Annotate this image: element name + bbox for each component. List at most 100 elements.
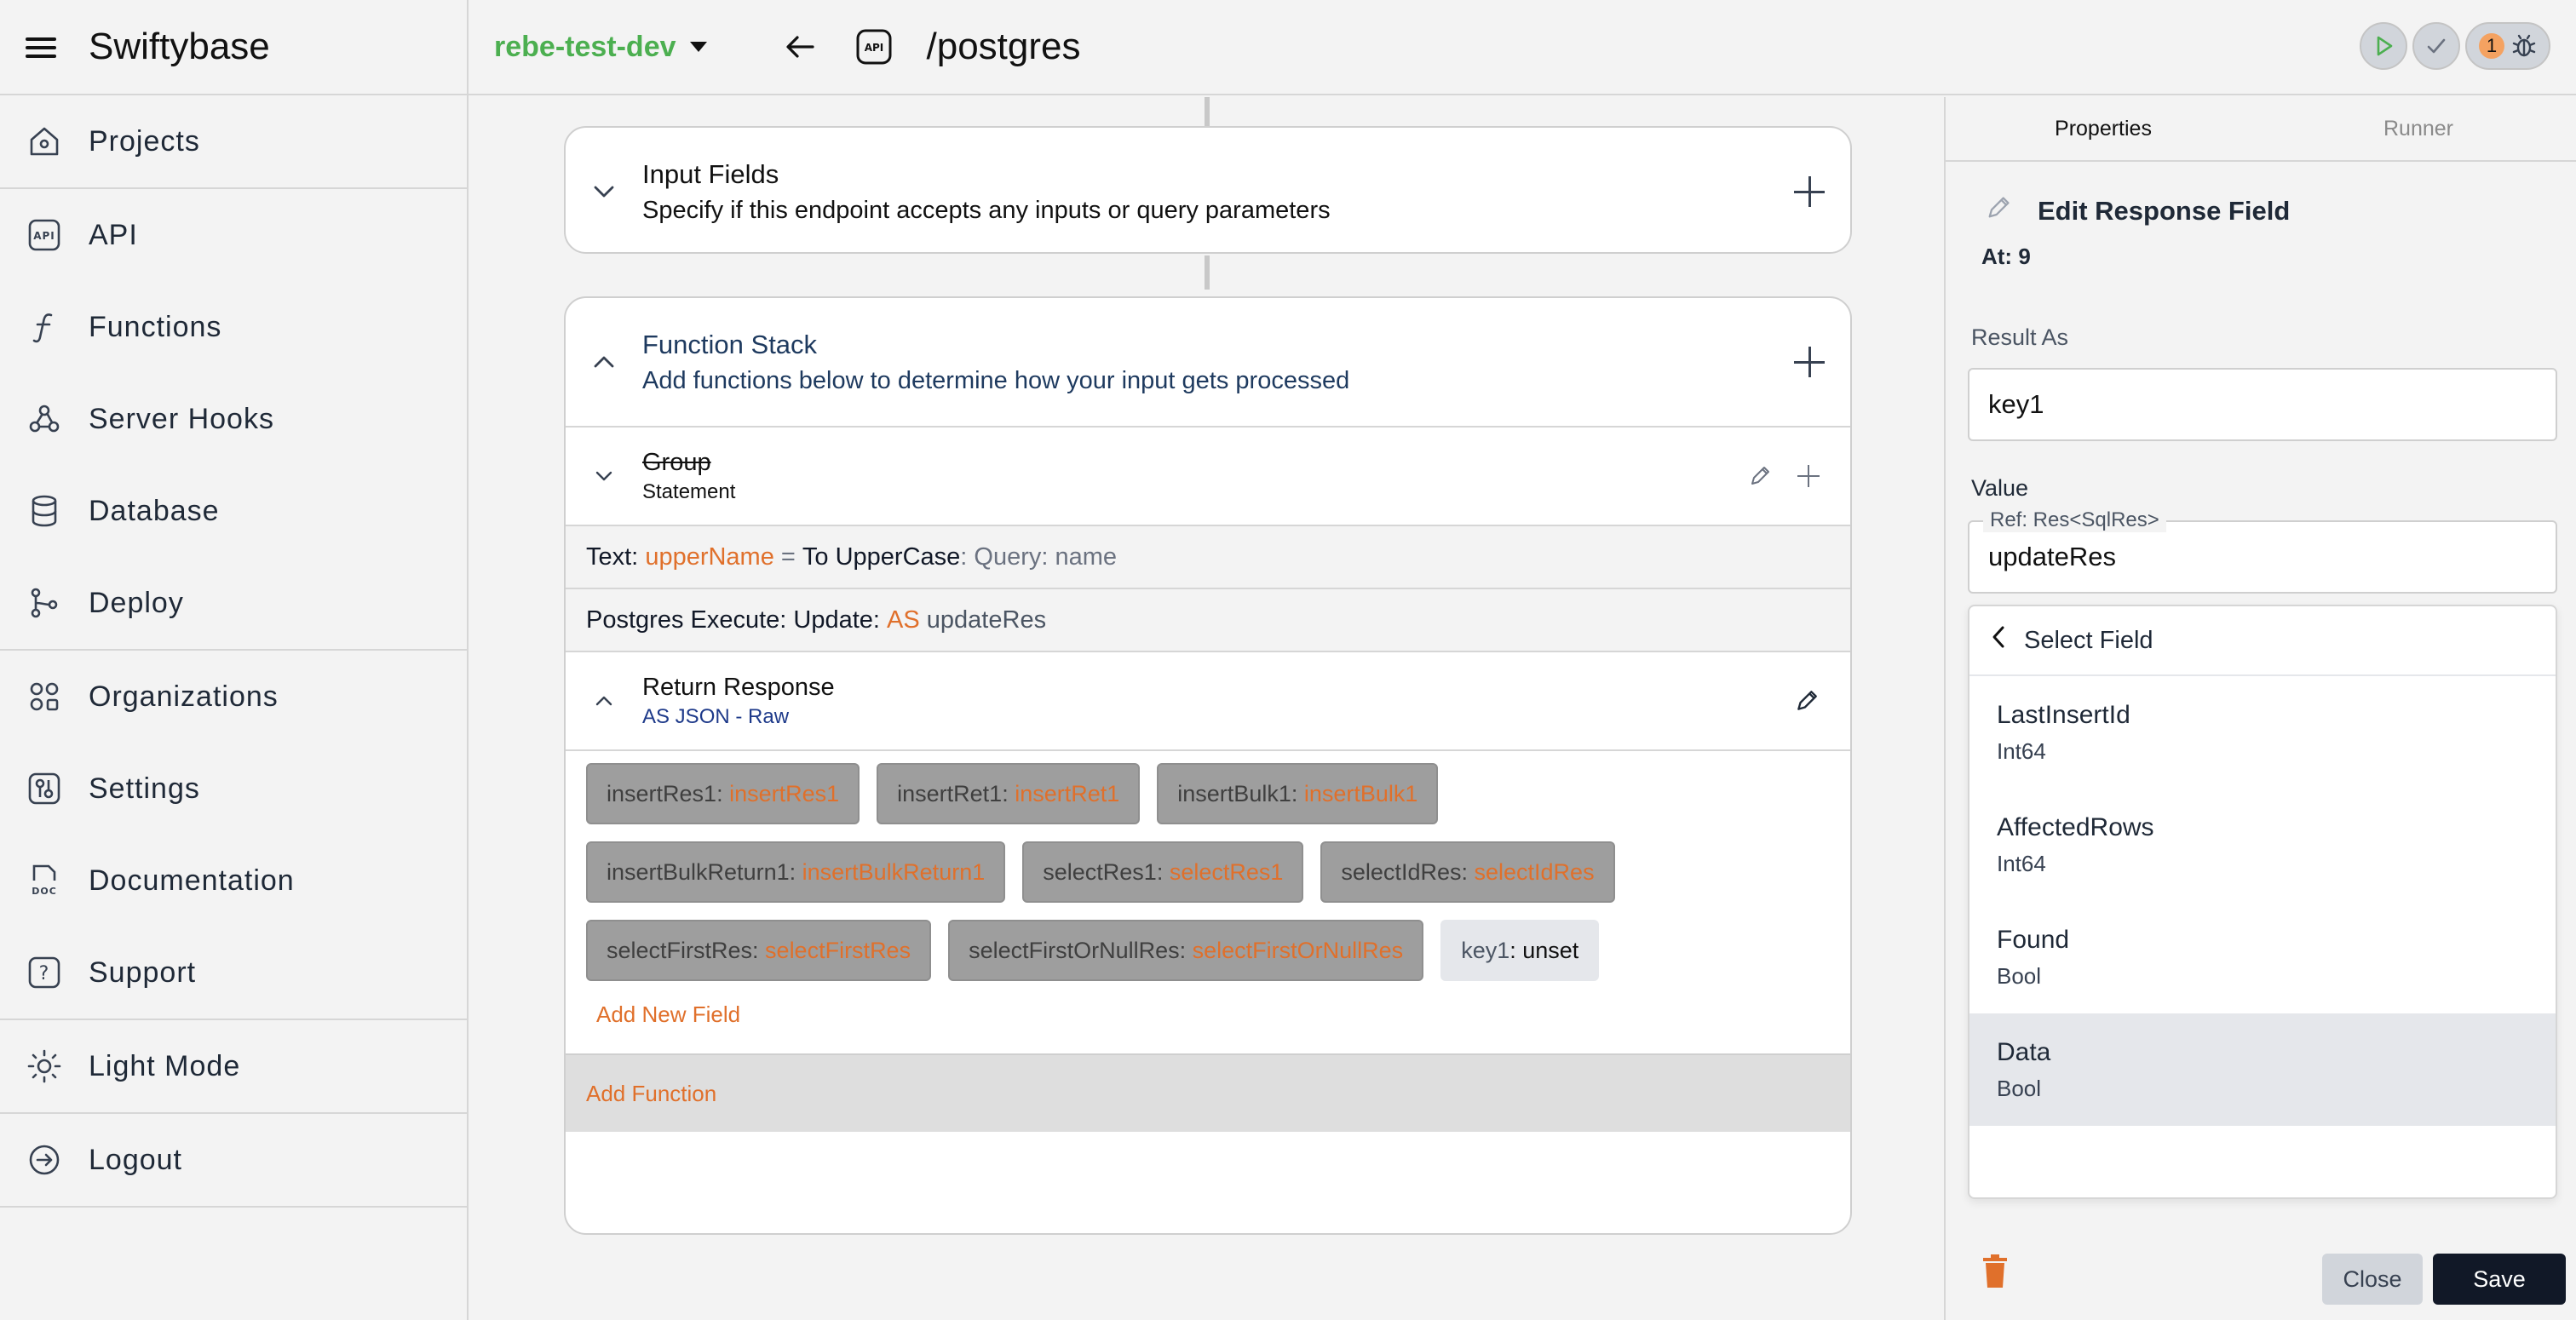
connector-line [1205,97,1210,126]
sidebar-item-logout[interactable]: Logout [0,1114,467,1206]
response-field-chip[interactable]: insertRet1: insertRet1 [877,763,1141,824]
run-button[interactable] [2360,22,2407,70]
as-keyword: AS [887,605,920,634]
chevron-down-icon[interactable] [591,185,617,198]
svg-text:?: ? [39,963,50,984]
function-icon [26,308,63,346]
api-badge-icon: API [855,28,893,66]
top-bar: rebe-test-dev API /postgres 1 [469,0,2576,95]
sidebar-item-functions[interactable]: Functions [0,281,467,373]
save-button[interactable]: Save [2433,1254,2566,1305]
close-button[interactable]: Close [2322,1254,2423,1305]
check-button[interactable] [2412,22,2460,70]
project-selector[interactable]: rebe-test-dev [494,31,707,64]
card-subtitle: Add functions below to determine how you… [642,366,1350,394]
option-type: Int64 [1997,737,2046,764]
response-field-chip[interactable]: selectFirstOrNullRes: selectFirstOrNullR… [948,920,1424,981]
tab-runner[interactable]: Runner [2261,97,2576,160]
sidebar-item-label: Logout [89,1143,182,1176]
sidebar-item-api[interactable]: API API [0,189,467,281]
group-statement-row[interactable]: Group Statement [566,426,1850,525]
notification-count-badge: 1 [2479,33,2504,59]
project-name: rebe-test-dev [494,30,676,63]
hamburger-menu-icon[interactable] [26,34,60,60]
response-field-chip[interactable]: insertBulk1: insertBulk1 [1157,763,1439,824]
colon: : [960,542,968,571]
select-field-back[interactable]: Select Field [1969,606,2556,676]
webhook-icon [26,400,63,438]
postgres-execute-row[interactable]: Postgres Execute: Update: AS updateRes [566,588,1850,651]
sidebar-item-label: Deploy [89,586,184,619]
sidebar-item-label: Functions [89,310,222,343]
sidebar-item-settings[interactable]: Settings [0,743,467,835]
chevron-down-icon[interactable] [591,471,617,481]
panel-title-text: Edit Response Field [2038,196,2291,226]
dropdown-option[interactable]: Found Bool [1969,901,2556,1013]
connector-line [1205,255,1210,290]
svg-text:API: API [864,42,883,54]
panel-footer: Close Save [1946,1243,2576,1320]
git-branch-icon [26,584,63,622]
sidebar-item-label: Organizations [89,680,279,713]
response-field-chip[interactable]: selectFirstRes: selectFirstRes [586,920,932,981]
text-function-row[interactable]: Text: upperName = To UpperCase: Query: n… [566,525,1850,588]
sidebar-item-label: Support [89,956,197,989]
pencil-icon[interactable] [1748,464,1772,488]
plus-icon[interactable] [1797,465,1820,487]
group-subtitle: Statement [642,479,736,503]
properties-panel: Properties Runner Edit Response Field At… [1944,97,2576,1320]
sidebar-item-label: Light Mode [89,1049,241,1082]
card-title: Input Fields [642,158,779,189]
response-field-chip[interactable]: selectIdRes: selectIdRes [1320,841,1615,903]
sidebar-item-server-hooks[interactable]: Server Hooks [0,373,467,465]
svg-text:API: API [33,230,55,242]
function-name: To UpperCase [802,542,961,571]
sidebar-item-organizations[interactable]: Organizations [0,651,467,743]
response-field-chip[interactable]: insertBulkReturn1: insertBulkReturn1 [586,841,1006,903]
result-name: updateRes [926,605,1047,634]
dropdown-option[interactable]: LastInsertId Int64 [1969,676,2556,789]
sidebar-item-projects[interactable]: Projects [0,95,467,187]
chevron-left-icon[interactable] [1992,625,2005,656]
sidebar-item-database[interactable]: Database [0,465,467,557]
help-icon: ? [26,954,63,991]
return-subtitle: AS JSON - Raw [642,704,790,728]
logout-icon [26,1141,63,1179]
tab-properties[interactable]: Properties [1946,97,2261,160]
add-new-field-link[interactable]: Add New Field [586,998,1830,1053]
response-field-chip-selected[interactable]: key1: unset [1440,920,1600,981]
home-icon [26,123,63,160]
sidebar-item-documentation[interactable]: DOC Documentation [0,835,467,927]
sidebar-item-deploy[interactable]: Deploy [0,557,467,649]
dropdown-option[interactable]: AffectedRows Int64 [1969,789,2556,901]
trash-icon[interactable] [1980,1254,2010,1294]
value-value: updateRes [1988,542,2116,571]
debug-button[interactable]: 1 [2465,22,2550,70]
return-response-row[interactable]: Return Response AS JSON - Raw [566,651,1850,749]
input-fields-header[interactable]: Input Fields Specify if this endpoint ac… [566,128,1850,252]
sidebar-item-light-mode[interactable]: Light Mode [0,1020,467,1112]
function-stack-header[interactable]: Function Stack Add functions below to de… [566,298,1850,426]
sun-icon [26,1047,63,1085]
add-input-plus-icon[interactable] [1794,176,1825,207]
status-pills: 1 [2360,22,2550,70]
chevron-up-icon[interactable] [591,696,617,706]
pencil-icon[interactable] [1794,688,1820,714]
add-function-plus-icon[interactable] [1794,347,1825,377]
chevron-up-icon[interactable] [591,355,617,369]
value-ref-legend: Ref: Res<SqlRes> [1983,508,2166,532]
panel-tabs: Properties Runner [1946,97,2576,162]
sidebar-item-support[interactable]: ? Support [0,927,467,1019]
value-input[interactable]: Ref: Res<SqlRes> updateRes [1968,508,2557,594]
sidebar-item-label: Database [89,494,220,527]
response-field-chip[interactable]: insertRes1: insertRes1 [586,763,860,824]
sidebar-item-label: API [89,218,138,251]
dropdown-option-highlighted[interactable]: Data Bool [1969,1013,2556,1126]
response-field-chip[interactable]: selectRes1: selectRes1 [1022,841,1304,903]
back-arrow-icon[interactable] [784,28,821,66]
add-function-button[interactable]: Add Function [566,1053,1850,1132]
input-fields-card: Input Fields Specify if this endpoint ac… [564,126,1852,254]
result-as-input[interactable]: key1 [1968,368,2557,441]
query-arg: Query: name [974,542,1118,571]
app-title: Swiftybase [89,26,270,67]
